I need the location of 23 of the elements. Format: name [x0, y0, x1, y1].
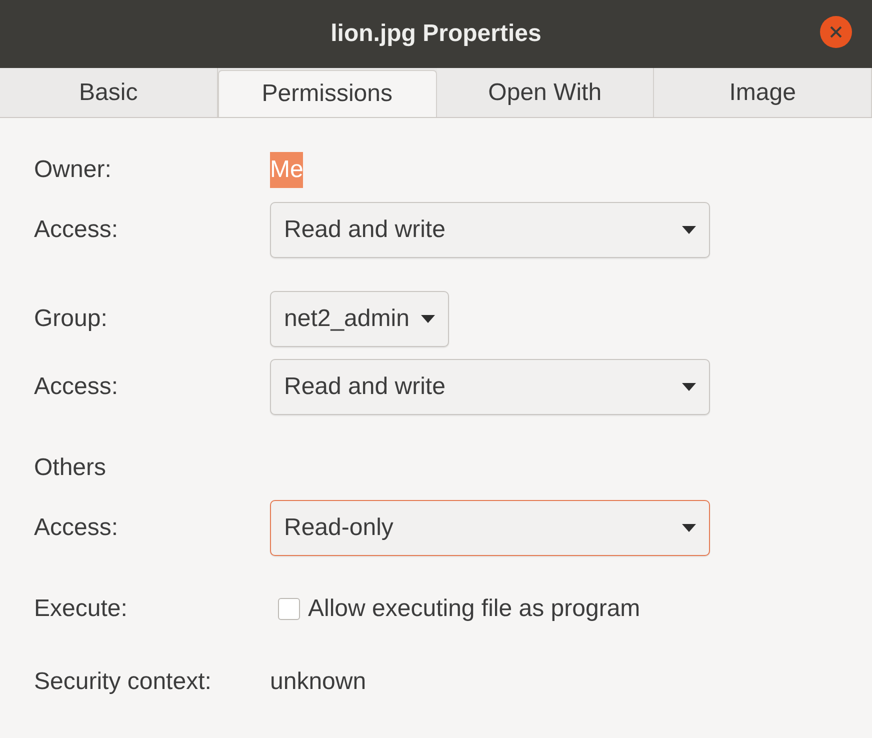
field-label: Group: [34, 304, 108, 334]
close-icon [830, 26, 842, 38]
caret-icon [682, 524, 696, 532]
dropdown[interactable]: Read and write [270, 202, 710, 258]
field-label: Access: [34, 372, 120, 402]
caret-icon [421, 315, 436, 323]
checkbox[interactable]: Allow executing file as program [278, 591, 640, 627]
dropdown[interactable]: Read and write [270, 359, 710, 415]
field-value: unknown [270, 667, 366, 697]
field-value: Me [270, 152, 304, 188]
field-label: Access: [34, 215, 120, 245]
dropdown[interactable]: Read-only [270, 500, 710, 556]
tab[interactable]: Permissions [218, 70, 436, 117]
field-label: Owner: [34, 155, 112, 185]
close-button[interactable] [820, 16, 852, 48]
window-title: lion.jpg Properties [330, 19, 542, 49]
field-label: Security context: [34, 667, 212, 697]
caret-icon [682, 383, 696, 391]
field-label: Execute: [34, 594, 128, 624]
field-label: Access: [34, 513, 120, 543]
caret-icon [682, 226, 696, 234]
section-heading: Others [34, 453, 106, 483]
dropdown[interactable]: net2_admin [270, 291, 450, 347]
